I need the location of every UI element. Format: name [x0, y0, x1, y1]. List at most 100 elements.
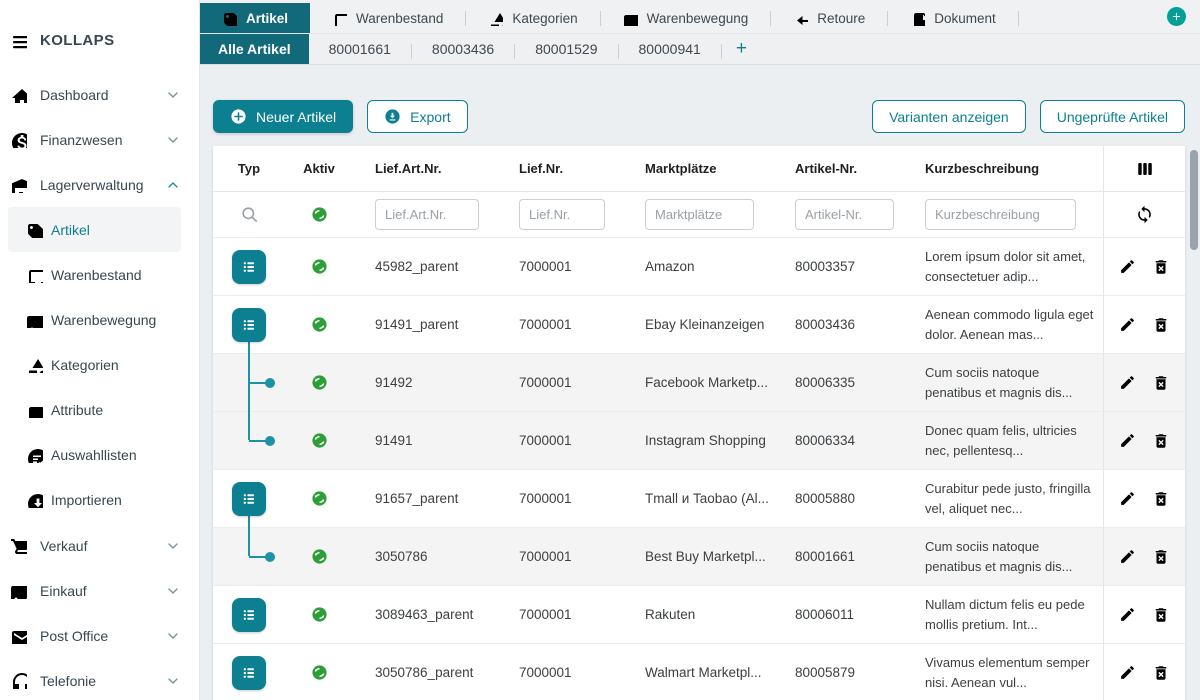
sidebar-item-lagerverwaltung[interactable]: Lagerverwaltung — [0, 162, 199, 207]
sidebar-item-finanzwesen[interactable]: Finanzwesen — [0, 117, 199, 162]
column-header-artikel-nr[interactable]: Artikel-Nr. — [779, 161, 909, 176]
filter-lief-art-nr-input[interactable] — [375, 199, 479, 230]
cell-artikel-nr: 80003436 — [779, 317, 909, 332]
edit-icon[interactable] — [1119, 606, 1136, 623]
delete-icon[interactable] — [1152, 606, 1170, 624]
table-row[interactable]: 91657_parent 7000001 Tmall и Taobao (Al.… — [213, 470, 1185, 528]
refresh-icon[interactable] — [1135, 205, 1154, 224]
column-header-kurzbeschreibung[interactable]: Kurzbeschreibung — [909, 161, 1103, 176]
tree-node-dot — [265, 378, 275, 388]
button-label: Ungeprüfte Artikel — [1057, 109, 1168, 125]
edit-icon[interactable] — [1119, 548, 1136, 565]
delete-icon[interactable] — [1152, 316, 1170, 334]
cell-marktplatz: Rakuten — [629, 607, 779, 622]
delete-icon[interactable] — [1152, 432, 1170, 450]
delete-icon[interactable] — [1152, 258, 1170, 276]
column-settings-icon[interactable] — [1134, 160, 1156, 178]
cell-marktplatz: Amazon — [629, 259, 779, 274]
tab-warenbewegung[interactable]: Warenbewegung — [601, 3, 771, 33]
delete-icon[interactable] — [1152, 374, 1170, 392]
vertical-scrollbar[interactable] — [1190, 150, 1198, 250]
table-row[interactable]: 91492 7000001 Facebook Marketp... 800063… — [213, 354, 1185, 412]
sidebar-item-verkauf[interactable]: Verkauf — [0, 523, 199, 568]
filter-marktplaetze-input[interactable] — [645, 199, 754, 230]
edit-icon[interactable] — [1119, 316, 1136, 333]
active-filter-icon[interactable] — [311, 206, 328, 223]
delete-icon[interactable] — [1152, 664, 1170, 682]
new-article-button[interactable]: Neuer Artikel — [213, 100, 353, 133]
sidebar-item-post-office[interactable]: Post Office — [0, 613, 199, 658]
column-header-lief-art-nr[interactable]: Lief.Art.Nr. — [353, 161, 503, 176]
delete-icon[interactable] — [1152, 548, 1170, 566]
show-variants-button[interactable]: Varianten anzeigen — [872, 100, 1026, 133]
tab-article-80003436[interactable]: 80003436 — [412, 34, 514, 64]
expand-variants-button[interactable] — [232, 656, 266, 690]
lagerverwaltung-submenu: Artikel Warenbestand Warenbewegung Kateg… — [0, 207, 199, 522]
active-status-icon — [311, 374, 328, 391]
cell-kurzbeschreibung: Donec quam felis, ultricies nec, pellent… — [909, 421, 1103, 460]
tab-article-80001529[interactable]: 80001529 — [515, 34, 617, 64]
expand-variants-button[interactable] — [232, 250, 266, 284]
table-row[interactable]: 3050786 7000001 Best Buy Marketpl... 800… — [213, 528, 1185, 586]
column-header-aktiv[interactable]: Aktiv — [285, 161, 353, 176]
cell-marktplatz: Walmart Marketpl... — [629, 665, 779, 680]
sidebar-item-telefonie[interactable]: Telefonie — [0, 658, 199, 700]
tab-kategorien[interactable]: Kategorien — [466, 3, 599, 33]
tab-retoure[interactable]: Retoure — [771, 3, 887, 33]
sidebar-item-attribute[interactable]: Attribute — [8, 387, 181, 432]
filter-artikel-nr-input[interactable] — [795, 199, 894, 230]
tab-alle-artikel[interactable]: Alle Artikel — [200, 34, 309, 64]
tab-label: 80000941 — [639, 41, 701, 57]
label-icon — [26, 402, 43, 418]
column-header-typ[interactable]: Typ — [213, 161, 285, 176]
table-row[interactable]: 91491 7000001 Instagram Shopping 8000633… — [213, 412, 1185, 470]
expand-variants-button[interactable] — [232, 598, 266, 632]
cell-lief-nr: 7000001 — [503, 549, 629, 564]
export-button[interactable]: Export — [367, 100, 467, 133]
cell-lief-nr: 7000001 — [503, 433, 629, 448]
add-article-tab-button[interactable]: + — [722, 34, 761, 64]
sidebar-item-auswahllisten[interactable]: Auswahllisten — [8, 432, 181, 477]
button-label: Export — [410, 109, 450, 125]
delete-icon[interactable] — [1152, 490, 1170, 508]
sidebar-item-artikel[interactable]: Artikel — [8, 207, 181, 252]
cell-kurzbeschreibung: Nullam dictum felis eu pede mollis preti… — [909, 595, 1103, 634]
expand-variants-button[interactable] — [232, 482, 266, 516]
table-row[interactable]: 45982_parent 7000001 Amazon 80003357 Lor… — [213, 238, 1185, 296]
hamburger-menu-icon[interactable] — [10, 30, 27, 50]
tab-dokument[interactable]: Dokument — [888, 3, 1018, 33]
edit-icon[interactable] — [1119, 664, 1136, 681]
unchecked-articles-button[interactable]: Ungeprüfte Artikel — [1040, 100, 1185, 133]
tab-warenbestand[interactable]: Warenbestand — [310, 3, 465, 33]
column-header-lief-nr[interactable]: Lief.Nr. — [503, 161, 629, 176]
table-row[interactable]: 3089463_parent 7000001 Rakuten 80006011 … — [213, 586, 1185, 644]
sidebar-item-label: Einkauf — [40, 583, 87, 599]
table-row[interactable]: 91491_parent 7000001 Ebay Kleinanzeigen … — [213, 296, 1185, 354]
filter-lief-nr-input[interactable] — [519, 199, 605, 230]
list-icon — [239, 257, 259, 277]
tab-artikel[interactable]: Artikel — [200, 3, 310, 33]
column-header-marktplaetze[interactable]: Marktplätze — [629, 161, 779, 176]
filter-kurzbeschreibung-input[interactable] — [925, 199, 1076, 230]
sidebar-item-dashboard[interactable]: Dashboard — [0, 72, 199, 117]
tab-article-80000941[interactable]: 80000941 — [619, 34, 721, 64]
edit-icon[interactable] — [1119, 258, 1136, 275]
sidebar-item-warenbestand[interactable]: Warenbestand — [8, 252, 181, 297]
headset-icon — [10, 672, 27, 689]
cell-lief-art-nr: 91491_parent — [353, 317, 503, 332]
sidebar-item-warenbewegung[interactable]: Warenbewegung — [8, 297, 181, 342]
edit-icon[interactable] — [1119, 490, 1136, 507]
chevron-down-icon — [165, 583, 181, 599]
sidebar-item-importieren[interactable]: Importieren — [8, 477, 181, 522]
add-tab-button[interactable] — [1167, 7, 1186, 26]
expand-variants-button[interactable] — [232, 308, 266, 342]
edit-icon[interactable] — [1119, 432, 1136, 449]
sidebar-item-einkauf[interactable]: Einkauf — [0, 568, 199, 613]
table-row[interactable]: 3050786_parent 7000001 Walmart Marketpl.… — [213, 644, 1185, 700]
sidebar-item-kategorien[interactable]: Kategorien — [8, 342, 181, 387]
tab-separator — [1018, 11, 1019, 26]
tab-label: 80003436 — [432, 41, 494, 57]
truck-icon — [26, 312, 43, 328]
tab-article-80001661[interactable]: 80001661 — [309, 34, 411, 64]
edit-icon[interactable] — [1119, 374, 1136, 391]
